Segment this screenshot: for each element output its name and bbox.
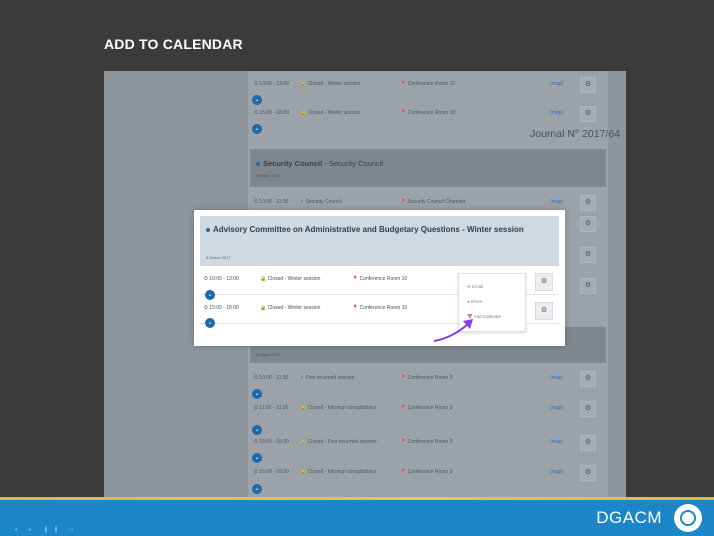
map-link[interactable]: (map) xyxy=(550,81,563,87)
status: 🔒 Closed - Informal consultations xyxy=(300,469,377,475)
gear-icon[interactable]: ⚙ xyxy=(580,216,596,232)
section-name: Security Council - Security Council xyxy=(256,159,383,168)
gear-icon[interactable]: ⚙ xyxy=(580,247,596,263)
map-link[interactable]: (map) xyxy=(550,439,563,445)
event-card-popup: Advisory Committee on Administrative and… xyxy=(194,210,565,346)
event-title: Advisory Committee on Administrative and… xyxy=(206,225,536,235)
un-emblem-icon xyxy=(674,504,702,532)
status: 🔒 Closed - Winter session xyxy=(260,305,321,311)
gear-icon[interactable]: ⚙ xyxy=(580,195,596,211)
journal-number: Journal N° 2017/64 xyxy=(529,128,620,140)
chevron-down-icon[interactable]: ⌄ xyxy=(205,318,215,328)
gear-icon[interactable]: ⚙ xyxy=(580,401,596,417)
schedule-row: ⏱ 10:00 - 13:00 🔒 Closed - Winter sessio… xyxy=(250,73,606,95)
time: ⏱ 10:00 - 11:30 xyxy=(254,375,289,381)
pointer-arrow xyxy=(433,319,473,342)
status: 🔒 Closed - Informal consultations xyxy=(300,405,377,411)
gear-icon[interactable]: ⚙ xyxy=(580,465,596,481)
gear-icon[interactable]: ⚙ xyxy=(535,302,553,320)
time: ⏱ 15:00 - 18:00 xyxy=(254,469,289,475)
footer-bar: ◂ ▸ ❚❚ ◃ DGACM xyxy=(0,500,714,536)
section-header: Security Council - Security Council 9 Ma… xyxy=(250,149,606,187)
map-link[interactable]: (map) xyxy=(550,375,563,381)
gear-icon[interactable]: ⚙ xyxy=(535,273,553,291)
schedule-row: ⏱ 15:00 - 18:00 🔒 Closed - Informal cons… xyxy=(250,461,606,483)
room: 📍 Conference Room 10 xyxy=(400,110,456,116)
bullet-icon xyxy=(206,227,210,232)
slide-title: ADD TO CALENDAR xyxy=(104,36,243,52)
gear-icon[interactable]: ⚙ xyxy=(580,77,596,93)
map-link[interactable]: (map) xyxy=(550,469,563,475)
room: 📍 Security Council Chamber xyxy=(400,199,466,205)
room: 📍 Conference Room 10 xyxy=(352,276,408,282)
menu-item-share[interactable]: ◂ Share xyxy=(467,299,483,305)
status: ✓ Security Council xyxy=(300,199,342,205)
chevron-down-icon[interactable]: ⌄ xyxy=(252,484,262,494)
chevron-down-icon[interactable]: ⌄ xyxy=(252,124,262,134)
brand-logo-text: DGACM xyxy=(596,508,662,527)
room: 📍 Conference Room 3 xyxy=(400,375,453,381)
time: ⏱ 10:00 - 13:00 xyxy=(254,81,289,87)
schedule-row: ⏱ 10:00 - 11:30 ✓ First resumed session … xyxy=(250,367,606,389)
status: 🔒 Closed - First resumed session xyxy=(300,439,377,445)
bullet-icon xyxy=(256,162,260,167)
room: 📍 Conference Room 3 xyxy=(400,439,453,445)
map-link[interactable]: (map) xyxy=(550,199,563,205)
time: ⏱ 10:00 - 13:00 xyxy=(204,276,239,282)
time: ⏱ 11:00 - 13:00 xyxy=(254,405,289,411)
player-controls[interactable]: ◂ ▸ ❚❚ ◃ xyxy=(14,526,78,533)
gear-icon[interactable]: ⚙ xyxy=(580,371,596,387)
gear-icon[interactable]: ⚙ xyxy=(580,435,596,451)
room: 📍 Conference Room 3 xyxy=(400,469,453,475)
status: 🔒 Closed - Winter session xyxy=(300,81,361,87)
gear-icon[interactable]: ⚙ xyxy=(580,106,596,122)
event-header: Advisory Committee on Administrative and… xyxy=(200,216,559,266)
time: ⏱ 15:00 - 18:00 xyxy=(204,305,239,311)
status: 🔒 Closed - Winter session xyxy=(300,110,361,116)
gear-icon[interactable]: ⚙ xyxy=(580,278,596,294)
time: ⏱ 15:00 - 16:00 xyxy=(254,439,289,445)
room: 📍 Conference Room 10 xyxy=(352,305,408,311)
event-date: 9 March 2017 xyxy=(206,255,231,260)
schedule-row: ⏱ 15:00 - 16:00 🔒 Closed - First resumed… xyxy=(250,431,606,453)
section-date: 9 March 2017 xyxy=(256,352,281,357)
map-link[interactable]: (map) xyxy=(550,110,563,116)
section-date: 9 March 2017 xyxy=(256,173,281,178)
status: ✓ First resumed session xyxy=(300,375,355,381)
room: 📍 Conference Room 3 xyxy=(400,405,453,411)
map-link[interactable]: (map) xyxy=(550,405,563,411)
menu-item-email[interactable]: ✉ Email xyxy=(467,284,483,290)
schedule-row: ⏱ 15:00 - 18:00 🔒 Closed - Winter sessio… xyxy=(250,102,606,124)
time: ⏱ 10:00 - 11:00 xyxy=(254,199,289,205)
status: 🔒 Closed - Winter session xyxy=(260,276,321,282)
room: 📍 Conference Room 10 xyxy=(400,81,456,87)
time: ⏱ 15:00 - 18:00 xyxy=(254,110,289,116)
schedule-row: ⏱ 11:00 - 13:00 🔒 Closed - Informal cons… xyxy=(250,397,606,419)
